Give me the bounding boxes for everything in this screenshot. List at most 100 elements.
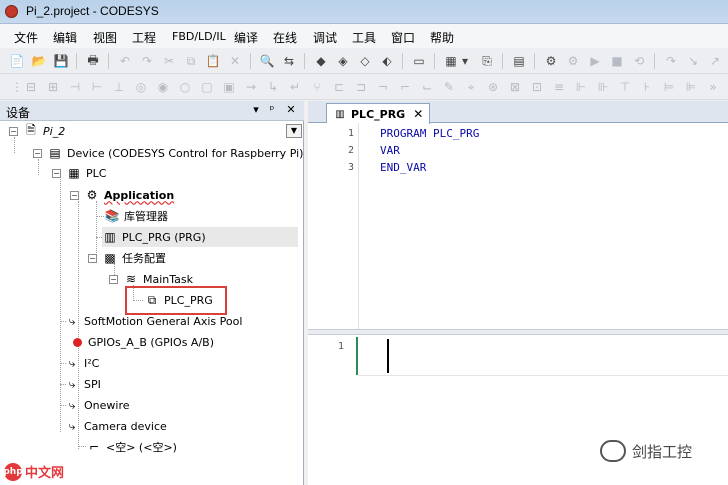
menu-window[interactable]: 窗口	[391, 29, 415, 46]
jump-icon[interactable]: ↳	[264, 78, 282, 96]
menu-debug[interactable]: 调试	[313, 29, 337, 46]
pin-icon[interactable]: ᵖ	[265, 103, 279, 117]
parallel-contact-icon[interactable]: ⊥	[110, 78, 128, 96]
input-icon[interactable]: ⊏	[330, 78, 348, 96]
redo-icon[interactable]: ↷	[138, 52, 156, 70]
menu-file[interactable]: 文件	[14, 29, 38, 46]
rebuild-icon[interactable]: ⎘	[478, 52, 496, 70]
coil-icon[interactable]: ◎	[132, 78, 150, 96]
window-icon[interactable]: ▭	[410, 52, 428, 70]
tree-item-onewire[interactable]: ⤷ Onewire	[64, 395, 130, 415]
tree-item-camera[interactable]: ⤷ Camera device	[64, 416, 167, 436]
box-en-icon[interactable]: ▣	[220, 78, 238, 96]
print-icon[interactable]: 🖶	[84, 52, 102, 70]
reset-icon[interactable]: ⟲	[630, 52, 648, 70]
toggle-icon[interactable]: ⊨	[660, 78, 678, 96]
ld-icon[interactable]: ⊡	[528, 78, 546, 96]
copy-icon[interactable]: ⧉	[182, 52, 200, 70]
network-below-icon[interactable]: ⊞	[44, 78, 62, 96]
menu-help[interactable]: 帮助	[430, 29, 454, 46]
return-icon[interactable]: ↵	[286, 78, 304, 96]
tree-item-softmotion[interactable]: ⤷ SoftMotion General Axis Pool	[64, 311, 243, 331]
execute-icon[interactable]: ⊛	[484, 78, 502, 96]
run-icon[interactable]: ▶	[586, 52, 604, 70]
tree-item-task-config[interactable]: − ▩ 任务配置	[88, 248, 166, 268]
bookmark-icon[interactable]: ◆	[312, 52, 330, 70]
tree-item-i2c[interactable]: ⤷ I²C	[64, 353, 100, 373]
output-icon[interactable]: ⊐	[352, 78, 370, 96]
login-icon[interactable]: ⚙	[542, 52, 560, 70]
box-icon[interactable]: ▢	[198, 78, 216, 96]
menu-project[interactable]: 工程	[132, 29, 156, 46]
tree-item-empty-slot[interactable]: ⌐ <空> (<空>)	[86, 437, 177, 457]
menu-fbd-ld-il[interactable]: FBD/LD/IL	[172, 30, 226, 43]
label-icon[interactable]: ⌖	[462, 78, 480, 96]
align-left-icon[interactable]: ⊩	[572, 78, 590, 96]
delete-icon[interactable]: ✕	[226, 52, 244, 70]
close-icon[interactable]: ✕	[284, 103, 298, 117]
find-icon[interactable]: 🔍	[258, 52, 276, 70]
collapse-icon[interactable]: −	[88, 253, 97, 263]
serial-branch-icon[interactable]: ⊦	[638, 78, 656, 96]
menu-edit[interactable]: 编辑	[53, 29, 77, 46]
panel-dropdown-icon[interactable]: ▾	[249, 103, 263, 117]
align-right-icon[interactable]: ⊪	[594, 78, 612, 96]
bookmark-clear-icon[interactable]: ⬖	[378, 52, 396, 70]
new-project-icon[interactable]: 📄	[8, 52, 26, 70]
cut-icon[interactable]: ✂	[160, 52, 178, 70]
tree-item-device[interactable]: − ▤ Device (CODESYS Control for Raspberr…	[33, 143, 303, 163]
collapse-icon[interactable]: −	[33, 148, 42, 158]
network-insert-icon[interactable]: ⊟	[22, 78, 40, 96]
calculator-icon[interactable]: ▤	[510, 52, 528, 70]
collapse-icon[interactable]: −	[70, 190, 79, 200]
overflow-icon[interactable]: »	[704, 78, 722, 96]
edge-detect-icon[interactable]: ⌐	[396, 78, 414, 96]
reset-coil-icon[interactable]: ○	[176, 78, 194, 96]
save-icon[interactable]: 💾	[52, 52, 70, 70]
implementation-editor[interactable]: 1	[308, 335, 728, 485]
tab-plc-prg[interactable]: ▥ PLC_PRG ✕	[326, 103, 431, 124]
stop-icon[interactable]: ■	[608, 52, 626, 70]
il-icon[interactable]: ≡	[550, 78, 568, 96]
open-project-icon[interactable]: 📂	[30, 52, 48, 70]
menu-build[interactable]: 编译	[234, 29, 258, 46]
negated-contact-icon[interactable]: ⊢	[88, 78, 106, 96]
assignment-icon[interactable]: →	[242, 78, 260, 96]
tree-item-application[interactable]: − ⚙ Application	[70, 185, 174, 205]
tree-options-dropdown[interactable]: ▼	[286, 124, 302, 138]
branch-icon[interactable]: ⑂	[308, 78, 326, 96]
set-reset-icon[interactable]: ⌙	[418, 78, 436, 96]
undo-icon[interactable]: ↶	[116, 52, 134, 70]
step-out-icon[interactable]: ↗	[706, 52, 724, 70]
view-as-icon[interactable]: ⊫	[682, 78, 700, 96]
collapse-icon[interactable]: −	[9, 126, 18, 136]
menu-view[interactable]: 视图	[93, 29, 117, 46]
close-tab-icon[interactable]: ✕	[413, 107, 423, 121]
build-dropdown-icon[interactable]: ▾	[460, 52, 470, 70]
menu-tools[interactable]: 工具	[352, 29, 376, 46]
paste-icon[interactable]: 📋	[204, 52, 222, 70]
tree-item-library-manager[interactable]: 📚 库管理器	[104, 206, 168, 226]
fbd-icon[interactable]: ⊠	[506, 78, 524, 96]
tree-item-spi[interactable]: ⤷ SPI	[64, 374, 101, 394]
set-coil-icon[interactable]: ◉	[154, 78, 172, 96]
comment-icon[interactable]: ✎	[440, 78, 458, 96]
collapse-icon[interactable]: −	[52, 168, 61, 178]
step-into-icon[interactable]: ↘	[684, 52, 702, 70]
bookmark-prev-icon[interactable]: ◇	[356, 52, 374, 70]
menu-online[interactable]: 在线	[273, 29, 297, 46]
build-icon[interactable]: ▦	[442, 52, 460, 70]
tree-item-plc[interactable]: − ▦ PLC	[52, 163, 106, 183]
collapse-icon[interactable]: −	[109, 274, 118, 284]
parallel-branch-icon[interactable]: ⊤	[616, 78, 634, 96]
tree-item-project[interactable]: − 🗎 Pi_2	[9, 121, 65, 141]
find-replace-icon[interactable]: ⇆	[280, 52, 298, 70]
step-over-icon[interactable]: ↷	[662, 52, 680, 70]
logout-icon[interactable]: ⚙	[564, 52, 582, 70]
contact-icon[interactable]: ⊣	[66, 78, 84, 96]
bookmark-next-icon[interactable]: ◈	[334, 52, 352, 70]
tree-item-gpios[interactable]: GPIOs_A_B (GPIOs A/B)	[62, 332, 214, 352]
tree-item-plc-prg[interactable]: ▥ PLC_PRG (PRG)	[102, 227, 298, 247]
negate-icon[interactable]: ¬	[374, 78, 392, 96]
declaration-editor[interactable]: 1 2 3 PROGRAM PLC_PRG VAR END_VAR	[308, 123, 728, 329]
